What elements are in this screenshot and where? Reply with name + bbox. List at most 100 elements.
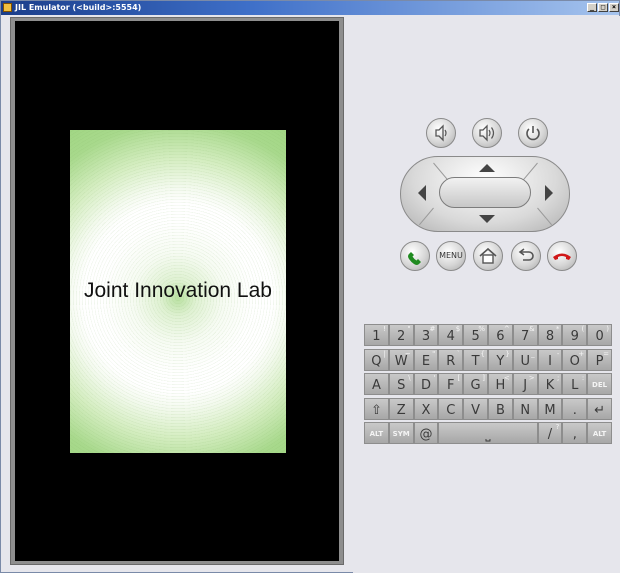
hardware-keyboard: 1! 2 " 3 #4 $5% 6 ^ 7 & 8 * 9(0) Q | W ~ E " R ` T{Y} U _ I - O + P =… bbox=[364, 324, 612, 447]
key-↵[interactable]: ↵ bbox=[587, 397, 612, 420]
key-.[interactable]: . bbox=[562, 397, 588, 420]
key-label: X bbox=[421, 402, 431, 418]
key-label: C bbox=[446, 402, 456, 418]
key-alt-label: % bbox=[478, 325, 485, 333]
key-w[interactable]: W ~ bbox=[388, 348, 414, 371]
key-label: DEL bbox=[592, 381, 608, 390]
key-alt[interactable]: ALT bbox=[364, 422, 389, 445]
key-alt-label: > bbox=[528, 374, 535, 383]
key-o[interactable]: O + bbox=[562, 348, 588, 371]
key-u[interactable]: U _ bbox=[512, 348, 538, 371]
power-icon bbox=[526, 126, 540, 141]
key-label: A bbox=[371, 378, 381, 394]
key-q[interactable]: Q | bbox=[364, 348, 389, 371]
key-f[interactable]: F[ bbox=[438, 373, 464, 396]
end-call-button[interactable] bbox=[547, 241, 577, 271]
key-label: ⇧ bbox=[370, 402, 382, 418]
key-label: ALT bbox=[592, 430, 607, 439]
key-r[interactable]: R ` bbox=[438, 348, 464, 371]
key-del[interactable]: DEL bbox=[587, 373, 612, 396]
maximize-button[interactable]: □ bbox=[598, 3, 608, 12]
key-alt-label: : bbox=[581, 374, 585, 383]
key-a[interactable]: A bbox=[364, 373, 389, 396]
key-space[interactable]: ⎵ bbox=[438, 422, 538, 445]
dpad-down-button[interactable] bbox=[479, 215, 495, 223]
dpad-right-button[interactable] bbox=[545, 185, 553, 201]
power-button[interactable] bbox=[518, 118, 548, 148]
dpad-up-button[interactable] bbox=[479, 164, 495, 172]
key-n[interactable]: N bbox=[512, 397, 538, 420]
key-y[interactable]: Y} bbox=[488, 348, 513, 371]
title-bar: JIL Emulator (<build>:5554) _ □ × bbox=[1, 1, 619, 15]
minimize-button[interactable]: _ bbox=[587, 3, 597, 12]
key-alt-label: & bbox=[529, 325, 535, 333]
key-l[interactable]: L: bbox=[562, 373, 588, 396]
key-alt-label: ^ bbox=[503, 325, 510, 333]
key-b[interactable]: B bbox=[488, 397, 513, 420]
key-7[interactable]: 7 & bbox=[512, 324, 538, 346]
home-button[interactable] bbox=[473, 241, 503, 271]
key-9[interactable]: 9( bbox=[562, 324, 588, 346]
key-⇧[interactable]: ⇧ bbox=[364, 397, 389, 420]
key-label: . bbox=[572, 402, 577, 418]
key-,[interactable]: , bbox=[562, 422, 588, 445]
key-2[interactable]: 2 " bbox=[388, 324, 414, 346]
key-alt[interactable]: ALT bbox=[587, 422, 612, 445]
key-s[interactable]: S \ bbox=[388, 373, 414, 396]
key-8[interactable]: 8 * bbox=[537, 324, 563, 346]
dpad-center-button[interactable] bbox=[439, 177, 531, 208]
key-3[interactable]: 3 # bbox=[413, 324, 439, 346]
key-alt-label: ( bbox=[581, 325, 585, 333]
emulator-window: JIL Emulator (<build>:5554) _ □ × Joint … bbox=[0, 0, 620, 573]
end-call-icon bbox=[553, 253, 571, 260]
home-icon bbox=[479, 247, 497, 264]
key-alt-label: ] bbox=[482, 374, 485, 383]
key-@[interactable]: @ bbox=[413, 422, 439, 445]
key-alt-label: ' bbox=[433, 374, 436, 383]
key-z[interactable]: Z bbox=[388, 397, 414, 420]
key-sym[interactable]: SYM bbox=[388, 422, 414, 445]
key-t[interactable]: T{ bbox=[463, 348, 488, 371]
volume-up-icon bbox=[479, 124, 495, 142]
key-h[interactable]: H < bbox=[488, 373, 513, 396]
key-g[interactable]: G] bbox=[463, 373, 488, 396]
key-m[interactable]: M bbox=[537, 397, 563, 420]
key-alt-label: + bbox=[578, 349, 585, 358]
back-icon bbox=[518, 248, 534, 261]
key-x[interactable]: X bbox=[413, 397, 439, 420]
key-i[interactable]: I- bbox=[537, 348, 563, 371]
key-/[interactable]: /? bbox=[537, 422, 563, 445]
key-alt-label: * bbox=[555, 325, 560, 333]
key-alt-label: " bbox=[407, 325, 411, 333]
key-alt-label: ` bbox=[456, 349, 461, 358]
key-d[interactable]: D ' bbox=[413, 373, 439, 396]
key-label: B bbox=[495, 402, 505, 418]
key-6[interactable]: 6 ^ bbox=[488, 324, 513, 346]
key-alt-label: _ bbox=[531, 349, 535, 358]
key-1[interactable]: 1! bbox=[364, 324, 389, 346]
key-c[interactable]: C bbox=[438, 397, 464, 420]
key-label: M bbox=[544, 402, 556, 418]
key-5[interactable]: 5% bbox=[463, 324, 488, 346]
volume-up-button[interactable] bbox=[472, 118, 502, 148]
key-4[interactable]: 4 $ bbox=[438, 324, 464, 346]
splash-title: Joint Innovation Lab bbox=[84, 279, 272, 302]
call-button[interactable] bbox=[400, 241, 430, 271]
menu-button[interactable]: MENU bbox=[436, 241, 466, 271]
volume-down-button[interactable] bbox=[426, 118, 456, 148]
key-alt-label: # bbox=[429, 325, 436, 333]
key-e[interactable]: E " bbox=[413, 348, 439, 371]
key-0[interactable]: 0) bbox=[587, 324, 612, 346]
key-alt-label: = bbox=[603, 349, 609, 358]
dpad-left-button[interactable] bbox=[418, 185, 426, 201]
control-panel bbox=[353, 16, 620, 573]
key-alt-label: | bbox=[383, 349, 386, 358]
key-k[interactable]: K; bbox=[537, 373, 563, 396]
key-label: N bbox=[520, 402, 531, 418]
back-button[interactable] bbox=[511, 241, 541, 271]
close-button[interactable]: × bbox=[609, 3, 619, 12]
key-v[interactable]: V bbox=[463, 397, 488, 420]
key-p[interactable]: P = bbox=[587, 348, 612, 371]
key-j[interactable]: J > bbox=[512, 373, 538, 396]
splash-image: Joint Innovation Lab bbox=[70, 130, 286, 453]
